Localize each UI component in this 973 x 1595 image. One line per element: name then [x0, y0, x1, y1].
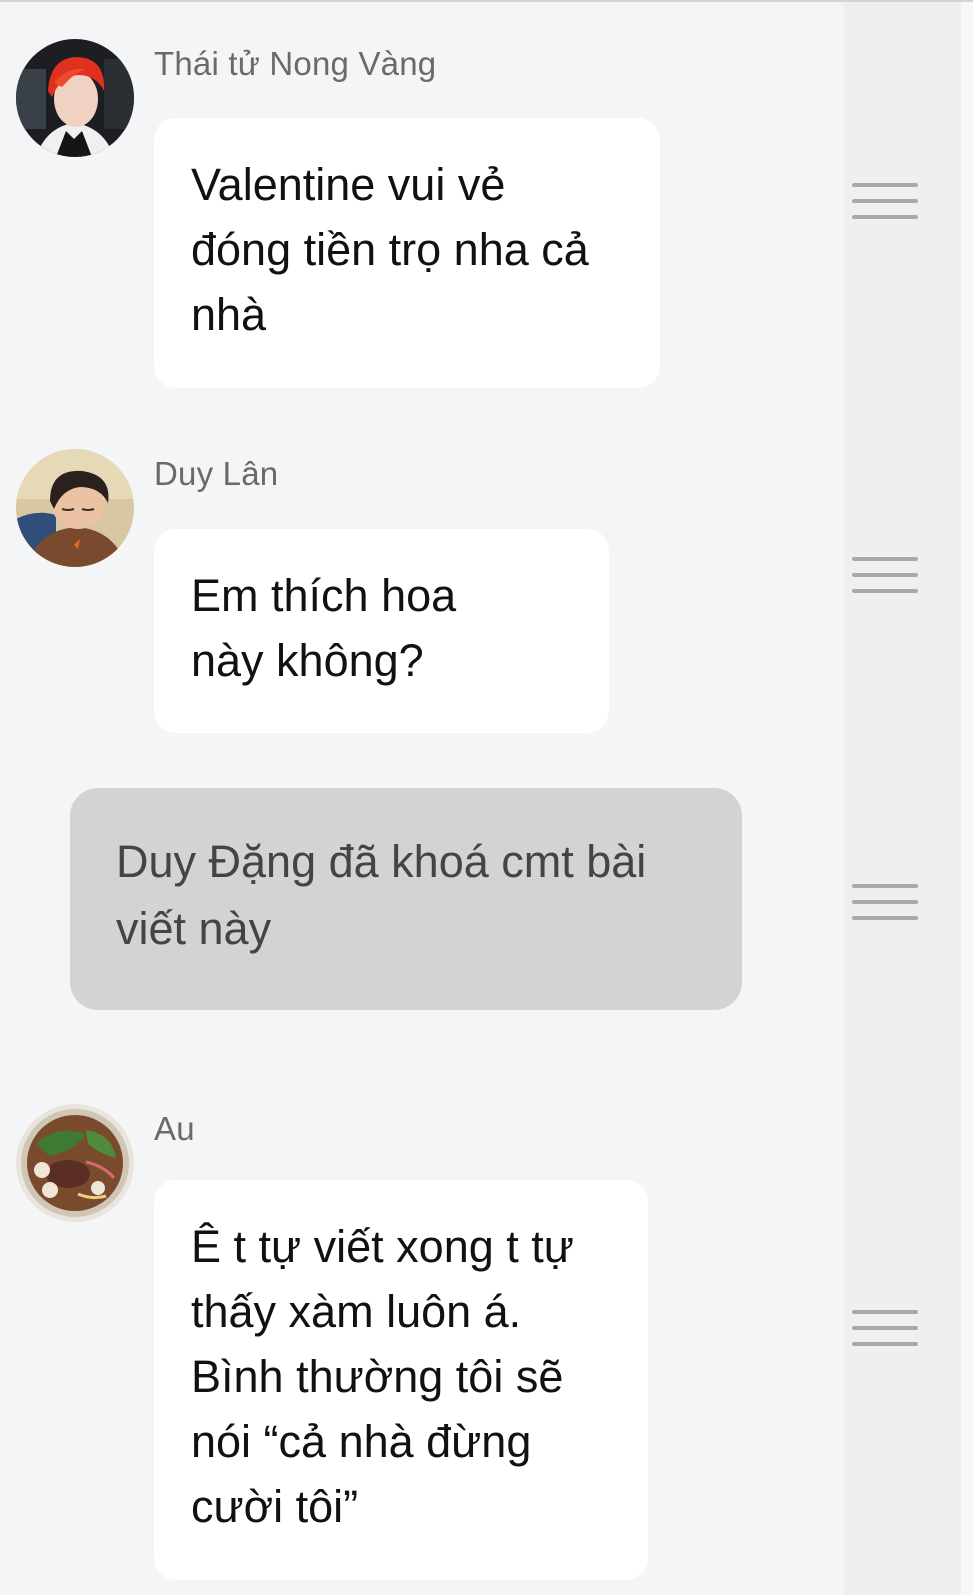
top-divider — [0, 0, 973, 2]
comment-author[interactable]: Duy Lân — [154, 455, 278, 493]
comment-text-line: nhà — [191, 289, 267, 340]
avatar-noodle-bowl-icon — [16, 1104, 134, 1222]
locked-notice-line: viết này — [116, 903, 272, 954]
comment-text-line: Em thích hoa — [191, 570, 457, 621]
comment-text-line: Bình thường tôi sẽ — [191, 1351, 564, 1402]
author-avatar[interactable] — [16, 1104, 134, 1222]
comment-text-line: cười tôi” — [191, 1481, 359, 1532]
hamburger-menu-icon[interactable] — [852, 557, 918, 593]
comment-text-line: này không? — [191, 635, 424, 686]
hamburger-menu-icon[interactable] — [852, 884, 918, 920]
comment-bubble[interactable]: Em thích hoa này không? — [154, 529, 609, 733]
comment-bubble[interactable]: Valentine vui vẻ đóng tiền trọ nha cả nh… — [154, 118, 660, 388]
avatar-red-hair-man-icon — [16, 39, 134, 157]
comment-text-line: Ê t tự viết xong t tự — [191, 1221, 574, 1272]
comments-locked-notice: Duy Đặng đã khoá cmt bài viết này — [70, 788, 742, 1010]
screen-edge — [961, 0, 973, 1595]
side-rail — [844, 0, 961, 1595]
comment-text-line: nói “cả nhà đừng — [191, 1416, 532, 1467]
comment-text-line: thấy xàm luôn á. — [191, 1286, 522, 1337]
avatar-sleeping-man-icon — [16, 449, 134, 567]
locked-notice-line: Duy Đặng đã khoá cmt bài — [116, 836, 647, 887]
hamburger-menu-icon[interactable] — [852, 1310, 918, 1346]
hamburger-menu-icon[interactable] — [852, 183, 918, 219]
comment-text-line: Valentine vui vẻ — [191, 159, 506, 210]
author-avatar[interactable] — [16, 449, 134, 567]
comment-text-line: đóng tiền trọ nha cả — [191, 224, 589, 275]
comment-feed: Thái tử Nong Vàng Valentine vui vẻ đóng … — [0, 0, 844, 1595]
comment-author[interactable]: Au — [154, 1110, 195, 1148]
comment-bubble[interactable]: Ê t tự viết xong t tự thấy xàm luôn á. B… — [154, 1180, 648, 1580]
comment-author[interactable]: Thái tử Nong Vàng — [154, 45, 436, 83]
author-avatar[interactable] — [16, 39, 134, 157]
